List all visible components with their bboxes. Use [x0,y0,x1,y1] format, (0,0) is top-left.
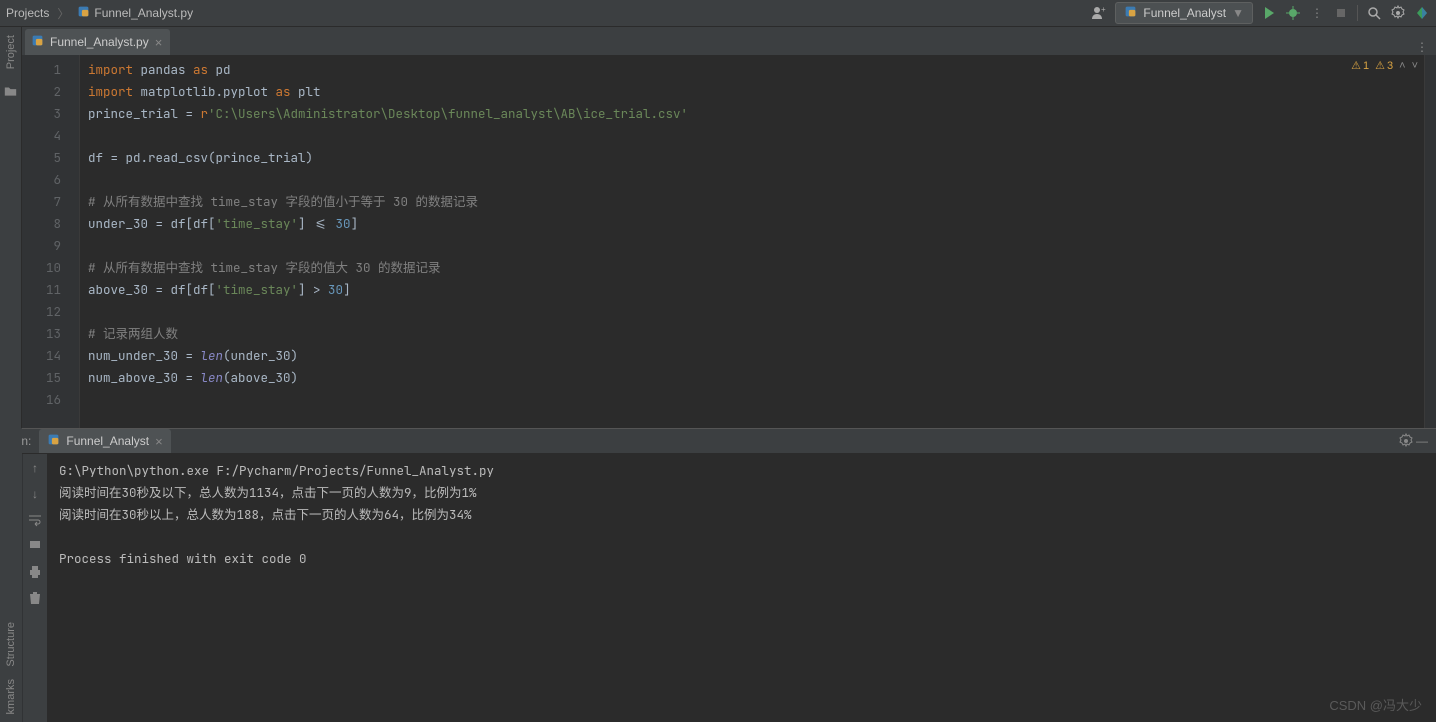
soft-wrap-icon[interactable] [27,512,43,528]
editor-tab-label: Funnel_Analyst.py [50,35,149,49]
debug-icon[interactable] [1285,5,1301,21]
search-icon[interactable] [1366,5,1382,21]
editor-tab[interactable]: Funnel_Analyst.py × [25,29,170,55]
left-bottom-rail: kmarks Structure [0,428,22,722]
trash-icon[interactable] [27,590,43,606]
tab-overflow-icon[interactable]: ⋮ [1414,39,1430,55]
stop-icon[interactable] [1333,5,1349,21]
print-icon[interactable] [27,564,43,580]
structure-tool-tab[interactable]: Structure [5,622,17,667]
run-body: ↑ ↓ G:\Python\python.exe F:/Pycharm/Proj… [0,454,1436,722]
run-config-selector[interactable]: Funnel_Analyst ▼ [1115,2,1253,24]
more-actions-icon[interactable]: ⋮ [1309,5,1325,21]
breadcrumb[interactable]: Projects 〉 Funnel_Analyst.py [6,5,193,22]
warn-badge-2[interactable]: ⚠3 [1375,59,1393,72]
editor-tabs: Funnel_Analyst.py × ⋮ [22,27,1436,55]
folder-icon[interactable] [4,85,17,101]
line-gutter: 12345678910111213141516 [22,55,80,428]
python-file-icon [47,433,60,449]
run-tab-label: Funnel_Analyst [66,434,149,448]
bookmarks-tool-tab[interactable]: kmarks [5,679,17,714]
add-user-icon[interactable]: + [1091,5,1107,21]
run-output[interactable]: G:\Python\python.exe F:/Pycharm/Projects… [47,454,1436,722]
editor-area: Funnel_Analyst.py × ⋮ 123456789101112131… [22,27,1436,428]
left-tool-rail: Project [0,27,22,428]
run-icon[interactable] [1261,5,1277,21]
scroll-to-end-icon[interactable] [27,538,43,554]
watermark: CSDN @冯大少 [1329,695,1422,714]
main-area: Project Funnel_Analyst.py × ⋮ 1234567891… [0,27,1436,428]
up-icon[interactable]: ↑ [27,460,43,476]
breadcrumb-file[interactable]: Funnel_Analyst.py [94,6,193,20]
code-content[interactable]: import pandas as pdimport matplotlib.pyp… [80,55,1424,428]
project-tool-tab[interactable]: Project [5,35,17,69]
hide-icon[interactable]: — [1414,433,1430,449]
run-toolbar-2: ↑ ↓ [22,454,47,722]
settings-icon[interactable] [1390,5,1406,21]
run-header: Run: Funnel_Analyst × — [0,429,1436,454]
scrollbar-marks[interactable] [1424,55,1436,428]
inspection-badges[interactable]: ⚠1 ⚠3 ˄ ˅ [1351,59,1418,72]
python-file-icon [31,34,44,50]
breadcrumb-root[interactable]: Projects [6,6,49,20]
breadcrumb-sep: 〉 [57,5,69,22]
svg-text:+: + [1101,5,1106,14]
close-icon[interactable]: × [155,434,163,449]
down-icon[interactable]: ↓ [27,486,43,502]
run-config-name: Funnel_Analyst [1143,6,1226,20]
chevron-down-icon: ▼ [1232,6,1244,20]
python-file-icon [1124,5,1137,21]
warn-badge-1[interactable]: ⚠1 [1351,59,1369,72]
chevron-down-icon[interactable]: ˅ [1412,60,1418,72]
code-editor[interactable]: 12345678910111213141516 import pandas as… [22,55,1436,428]
chevron-up-icon[interactable]: ˄ [1399,60,1405,72]
close-icon[interactable]: × [155,35,163,50]
plugin-icon[interactable] [1414,5,1430,21]
run-config-tab[interactable]: Funnel_Analyst × [39,429,170,453]
nav-right: + Funnel_Analyst ▼ ⋮ [1091,2,1430,24]
run-tool-window: Run: Funnel_Analyst × — ↑ ↓ G:\Python\py… [0,428,1436,722]
python-file-icon [77,5,90,21]
nav-bar: Projects 〉 Funnel_Analyst.py + Funnel_An… [0,0,1436,27]
settings-icon[interactable] [1398,433,1414,449]
